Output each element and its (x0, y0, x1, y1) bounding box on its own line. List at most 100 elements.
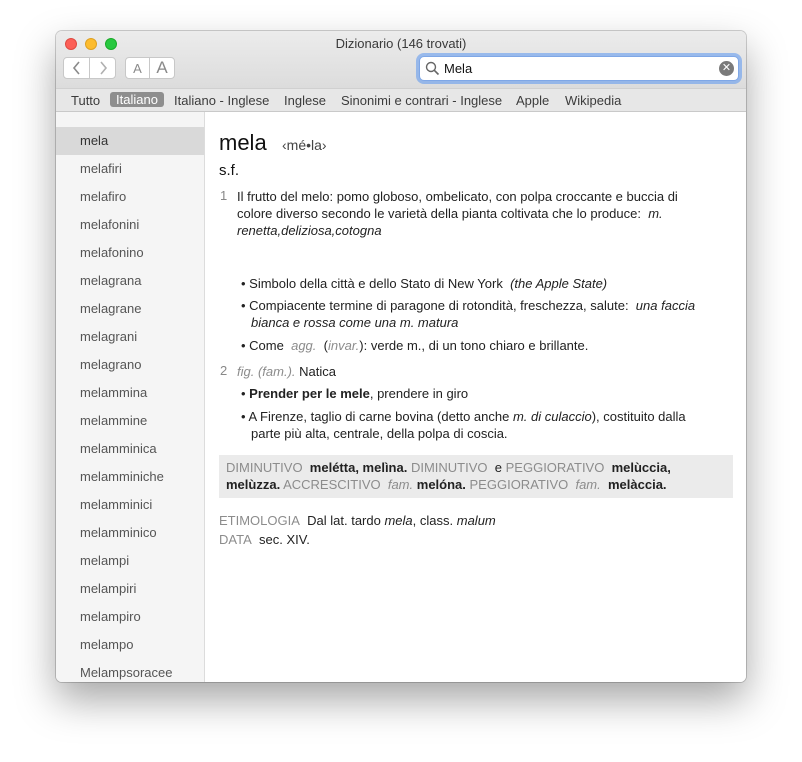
sidebar-item[interactable]: Melampsoracee (56, 659, 204, 682)
sidebar-item[interactable]: melamminici (56, 491, 204, 519)
title-bar: Dizionario (146 trovati) A A ✕ (56, 31, 746, 88)
dictionary-window: Dizionario (146 trovati) A A ✕ Tutto Ita… (56, 31, 746, 682)
tab-wikipedia[interactable]: Wikipedia (559, 92, 627, 109)
etymology-word: mela (384, 513, 413, 528)
derivative-label: PEGGIORATIVO (469, 477, 569, 492)
derivative-label: DIMINUTIVO (410, 460, 488, 475)
sense-number: 2 (220, 363, 228, 378)
sidebar-item[interactable]: melammina (56, 379, 204, 407)
idiom-text: Prender per le mele (249, 386, 370, 401)
source-tab-bar: Tutto Italiano Italiano - Inglese Ingles… (56, 88, 746, 112)
derivative-word: melàccia. (608, 477, 667, 492)
clear-search-icon[interactable]: ✕ (719, 61, 734, 76)
window-title: Dizionario (146 trovati) (335, 36, 467, 51)
derivative-word: melóna. (416, 477, 466, 492)
forward-button[interactable] (89, 57, 116, 79)
chevron-left-icon (72, 61, 80, 75)
derivative-word: melétta, melìna. (309, 460, 408, 475)
etymology-label: ETIMOLOGIA (219, 513, 300, 528)
tab-tutto[interactable]: Tutto (65, 92, 106, 109)
sidebar-item[interactable]: melafiri (56, 155, 204, 183)
grammar-label: invar. (327, 338, 360, 353)
sense-1-bullet-1: • Simbolo della città e dello Stato di N… (241, 276, 608, 291)
definition-text: Natica (299, 364, 336, 379)
derivatives-box: DIMINUTIVO melétta, melìna. DIMINUTIVO e… (219, 455, 733, 498)
sidebar-item[interactable]: melammine (56, 407, 204, 435)
increase-font-button[interactable]: A (149, 57, 175, 79)
sidebar-item[interactable]: melamminica (56, 435, 204, 463)
sidebar-item[interactable]: melagrana (56, 267, 204, 295)
sidebar-item[interactable]: melagrani (56, 323, 204, 351)
grammar-label: agg. (291, 338, 317, 353)
derivative-word: melùccia, (611, 460, 671, 475)
sidebar-item[interactable]: melamminico (56, 519, 204, 547)
sidebar-item[interactable]: mela (56, 127, 204, 155)
tab-italiano-inglese[interactable]: Italiano - Inglese (168, 92, 275, 109)
usage-label: fam. (575, 477, 601, 492)
sense-2-definition: fig. (fam.). Natica (237, 363, 737, 380)
sense-1-definition: Il frutto del melo: pomo globoso, ombeli… (237, 188, 737, 239)
sidebar-item[interactable]: melagrano (56, 351, 204, 379)
example-text: m. (648, 206, 663, 221)
definition-pane: mela ‹mé•la› s.f. 1 Il frutto del melo: … (205, 112, 746, 682)
bullet-text: Come (249, 338, 284, 353)
headword: mela (219, 130, 267, 155)
etymology: ETIMOLOGIA Dal lat. tardo mela, class. m… (219, 512, 729, 529)
example-text: m. di culaccio (512, 409, 592, 424)
definition-text: colore diverso secondo le varietà della … (237, 206, 641, 221)
bullet-text: Simbolo della città e dello Stato di New… (249, 276, 503, 291)
date-label: DATA (219, 532, 252, 547)
search-input[interactable] (444, 59, 714, 78)
chevron-right-icon (99, 61, 107, 75)
sense-number: 1 (220, 188, 228, 203)
sense-1-bullet-2: • Compiacente termine di paragone di rot… (241, 297, 736, 331)
search-icon (425, 61, 440, 76)
bullet-text: ), costituito dalla (591, 409, 686, 424)
derivative-word: melùzza. (226, 477, 281, 492)
search-field[interactable]: ✕ (419, 56, 739, 81)
bullet-text: , prendere in giro (369, 386, 469, 401)
tab-inglese[interactable]: Inglese (278, 92, 332, 109)
sidebar-item[interactable]: melafonino (56, 239, 204, 267)
bullet-text: Compiacente termine di paragone di roton… (249, 298, 629, 313)
date-of-origin: DATA sec. XIV. (219, 531, 729, 548)
derivative-text: e (494, 460, 502, 475)
sidebar-item[interactable]: melampi (56, 547, 204, 575)
sidebar-item[interactable]: melafiro (56, 183, 204, 211)
etymology-text: , class. (412, 513, 454, 528)
bullet-text: A Firenze, taglio di carne bovina (detto… (248, 409, 510, 424)
sidebar-item[interactable]: melampiri (56, 575, 204, 603)
example-text: una faccia (635, 298, 696, 313)
sidebar-item[interactable]: melampiro (56, 603, 204, 631)
example-text: (the Apple State) (510, 276, 608, 291)
sense-2-bullet-2: • A Firenze, taglio di carne bovina (det… (241, 408, 736, 442)
definition-line: Il frutto del melo: pomo globoso, ombeli… (237, 189, 678, 204)
sense-2-bullet-1: • Prender per le mele, prendere in giro (241, 386, 469, 401)
tab-sinonimi-contrari[interactable]: Sinonimi e contrari - Inglese (335, 92, 508, 109)
sense-1-bullet-3: • Come agg. (invar.): verde m., di un to… (241, 338, 589, 353)
example-text: bianca e rossa come una m. matura (251, 315, 459, 330)
example-text: renetta,deliziosa,cotogna (237, 223, 382, 238)
results-sidebar: mela melafiri melafiro melafonini melafo… (56, 112, 205, 682)
etymology-text: Dal lat. tardo (307, 513, 381, 528)
sidebar-item[interactable]: melafonini (56, 211, 204, 239)
tab-italiano[interactable]: Italiano (110, 92, 164, 107)
derivative-label: ACCRESCITIVO (283, 477, 381, 492)
pronunciation: ‹mé•la› (282, 137, 327, 153)
sidebar-item[interactable]: melamminiche (56, 463, 204, 491)
etymology-word: malum (456, 513, 496, 528)
bullet-text: parte più alta, centrale, della polpa di… (251, 426, 508, 441)
part-of-speech: s.f. (219, 162, 240, 179)
usage-label: fig. (fam.). (237, 364, 296, 379)
date-value: sec. XIV. (258, 532, 310, 547)
derivative-label: PEGGIORATIVO (505, 460, 605, 475)
sidebar-item[interactable]: melampo (56, 631, 204, 659)
back-button[interactable] (63, 57, 90, 79)
decrease-font-button[interactable]: A (125, 57, 150, 79)
derivative-label: DIMINUTIVO (226, 460, 303, 475)
sidebar-item[interactable]: melagrane (56, 295, 204, 323)
usage-label: fam. (387, 477, 414, 492)
tab-apple[interactable]: Apple (510, 92, 555, 109)
bullet-text: ): verde m., di un tono chiaro e brillan… (359, 338, 589, 353)
definition-line: colore diverso secondo le varietà della … (237, 205, 737, 222)
